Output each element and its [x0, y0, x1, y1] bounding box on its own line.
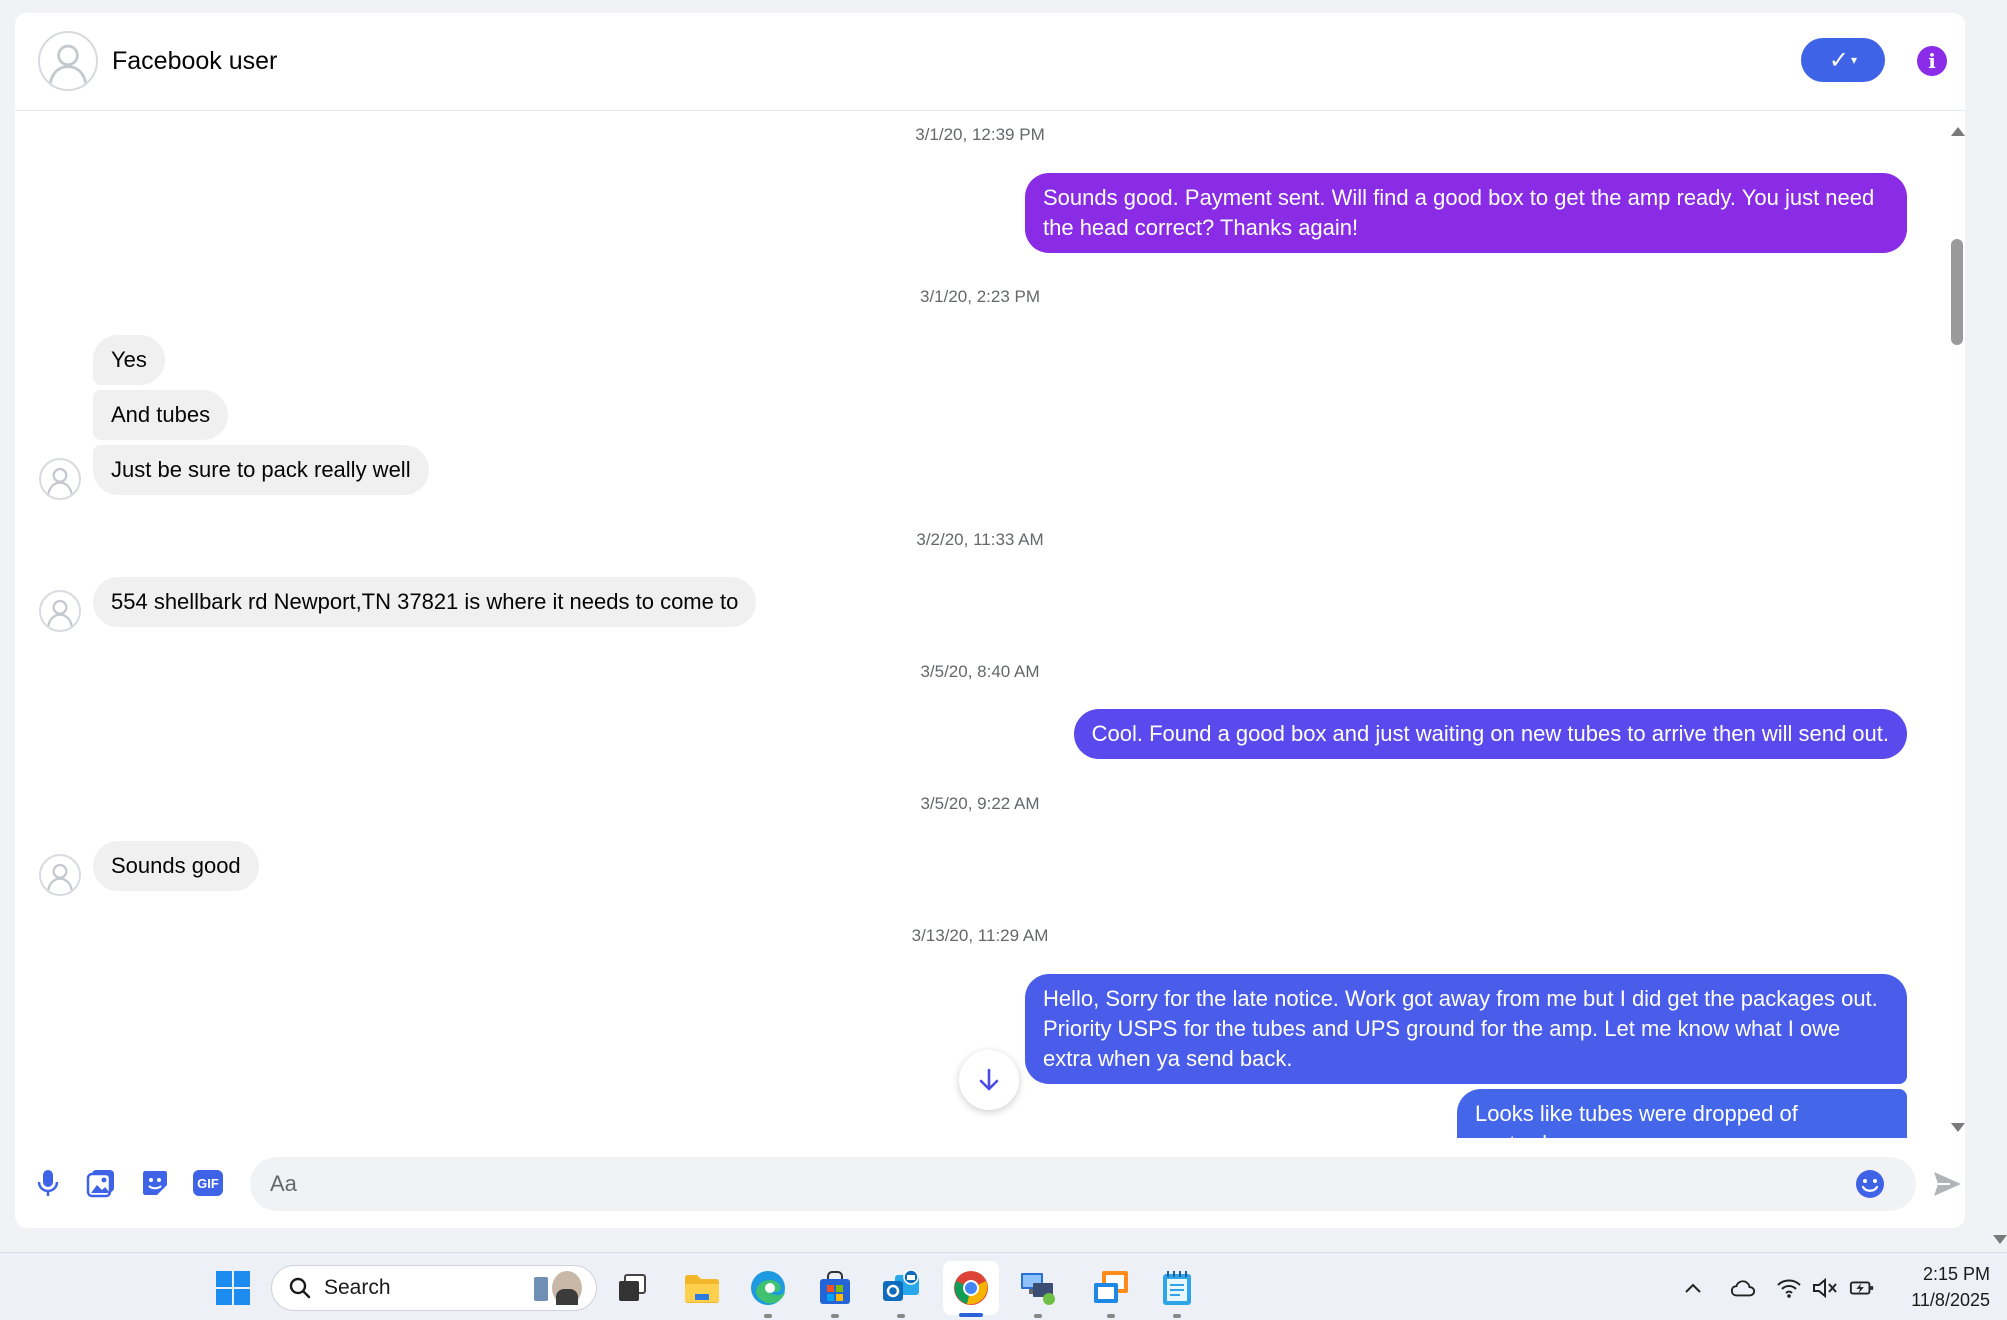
store-running-indicator — [831, 1314, 839, 1318]
incoming-message[interactable]: Just be sure to pack really well — [93, 445, 429, 495]
timestamp: 3/13/20, 11:29 AM — [911, 926, 1049, 945]
outgoing-message[interactable]: Looks like tubes were dropped of yesterd… — [1457, 1089, 1907, 1138]
outgoing-message[interactable]: Hello, Sorry for the late notice. Work g… — [1025, 974, 1907, 1084]
messenger-window: Facebook user ✓ ▾ i 3/1/20, 12:39 PM Soun… — [15, 13, 1965, 1228]
gif-label: GIF — [193, 1170, 223, 1196]
remote-desktop-running-indicator — [1107, 1314, 1115, 1318]
page-scroll-down-arrow-icon[interactable] — [1993, 1235, 2007, 1244]
microphone-icon[interactable] — [32, 1167, 64, 1199]
notepad-running-indicator — [1173, 1314, 1181, 1318]
outgoing-message[interactable]: Cool. Found a good box and just waiting … — [1073, 709, 1907, 759]
timestamp: 3/1/20, 12:39 PM — [915, 125, 1045, 144]
chevron-down-icon: ▾ — [1851, 53, 1858, 67]
onedrive-cloud-icon[interactable] — [1730, 1275, 1756, 1301]
send-icon[interactable] — [1931, 1168, 1963, 1200]
incoming-message[interactable]: Sounds good — [93, 841, 259, 891]
clock-date: 11/8/2025 — [1911, 1290, 1990, 1310]
check-icon: ✓ — [1828, 46, 1850, 74]
network-pc-icon[interactable] — [1017, 1267, 1059, 1309]
message-input[interactable] — [250, 1157, 1916, 1211]
arrow-down-icon — [979, 1068, 999, 1091]
message-list[interactable]: 3/1/20, 12:39 PM Sounds good. Payment se… — [15, 111, 1945, 1138]
sticker-icon[interactable] — [139, 1167, 171, 1199]
sender-avatar[interactable] — [39, 590, 81, 632]
incoming-message[interactable]: Yes — [93, 335, 165, 385]
emoji-icon[interactable] — [1855, 1169, 1885, 1199]
incoming-message[interactable]: 554 shellbark rd Newport,TN 37821 is whe… — [93, 577, 757, 627]
timestamp: 3/5/20, 8:40 AM — [920, 662, 1040, 681]
edge-running-indicator — [764, 1314, 772, 1318]
timestamp: 3/2/20, 11:33 AM — [916, 530, 1044, 549]
battery-charging-icon[interactable] — [1849, 1275, 1875, 1301]
scrollbar-thumb[interactable] — [1951, 239, 1963, 345]
taskbar-search[interactable]: Search — [271, 1265, 597, 1311]
task-view-icon[interactable] — [611, 1267, 653, 1309]
scroll-down-arrow-icon[interactable] — [1951, 1123, 1965, 1132]
chrome-active-indicator — [959, 1313, 983, 1317]
windows-start-icon[interactable] — [212, 1267, 254, 1309]
system-clock[interactable]: 2:15 PM 11/8/2025 — [1880, 1261, 1990, 1313]
file-explorer-icon[interactable] — [681, 1267, 723, 1309]
info-icon[interactable]: i — [1917, 46, 1947, 76]
photo-icon[interactable] — [85, 1167, 117, 1199]
incoming-message[interactable]: And tubes — [93, 390, 229, 440]
network-running-indicator — [1034, 1314, 1042, 1318]
wifi-icon[interactable] — [1776, 1275, 1802, 1301]
sender-avatar[interactable] — [39, 854, 81, 896]
message-scrollbar[interactable] — [1947, 111, 1965, 1138]
gif-icon[interactable]: GIF — [192, 1167, 224, 1199]
remote-desktop-icon[interactable] — [1090, 1267, 1132, 1309]
clock-time: 2:15 PM — [1922, 1264, 1990, 1284]
edge-browser-icon[interactable] — [747, 1267, 789, 1309]
search-highlight-icon — [530, 1269, 586, 1307]
contact-name[interactable]: Facebook user — [112, 47, 277, 76]
timestamp: 3/1/20, 2:23 PM — [919, 287, 1041, 306]
scroll-to-bottom-button[interactable] — [959, 1050, 1019, 1110]
microsoft-store-icon[interactable] — [814, 1267, 856, 1309]
message-composer: GIF — [15, 1138, 1965, 1228]
speaker-muted-icon[interactable] — [1812, 1275, 1838, 1301]
outgoing-message[interactable]: Sounds good. Payment sent. Will find a g… — [1025, 173, 1907, 253]
contact-avatar[interactable] — [38, 31, 98, 91]
chrome-browser-icon[interactable] — [950, 1267, 992, 1309]
timestamp: 3/5/20, 9:22 AM — [920, 794, 1040, 813]
outlook-icon[interactable] — [880, 1267, 922, 1309]
search-icon — [289, 1277, 311, 1299]
scroll-up-arrow-icon[interactable] — [1951, 127, 1965, 136]
conversation-header: Facebook user ✓ ▾ i — [15, 13, 1965, 111]
sender-avatar[interactable] — [39, 458, 81, 500]
windows-taskbar: Search 2:15 PM 11/8/2025 — [0, 1252, 2007, 1320]
outlook-running-indicator — [897, 1314, 905, 1318]
search-label: Search — [324, 1276, 391, 1299]
chevron-up-icon[interactable] — [1680, 1275, 1706, 1301]
verify-button[interactable]: ✓ ▾ — [1801, 38, 1885, 82]
notepad-icon[interactable] — [1156, 1267, 1198, 1309]
